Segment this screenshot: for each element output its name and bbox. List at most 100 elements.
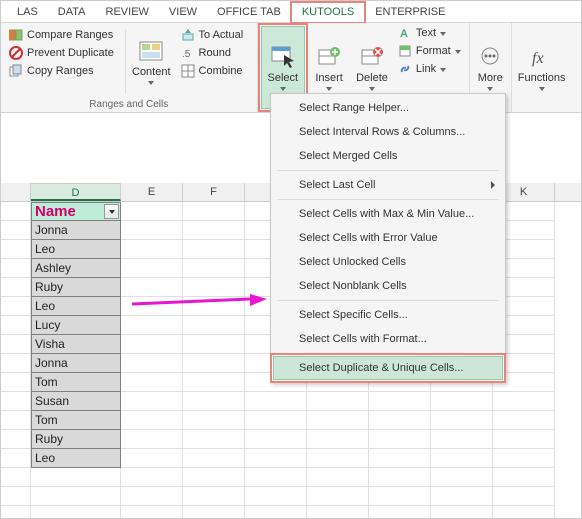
prevent-duplicate-icon bbox=[9, 46, 23, 60]
prevent-duplicate-label: Prevent Duplicate bbox=[27, 47, 114, 59]
format-button[interactable]: Format bbox=[396, 43, 463, 59]
annotation-arrow bbox=[132, 294, 267, 314]
chevron-down-icon bbox=[369, 87, 375, 91]
tab-enterprise[interactable]: ENTERPRISE bbox=[365, 3, 455, 22]
format-label: Format bbox=[416, 45, 451, 57]
menu-select-interval-rows-columns[interactable]: Select Interval Rows & Columns... bbox=[273, 120, 503, 144]
content-icon bbox=[137, 38, 165, 64]
tab-kutools[interactable]: KUTOOLS bbox=[291, 2, 365, 23]
link-button[interactable]: Link bbox=[396, 61, 463, 77]
prevent-duplicate-button[interactable]: Prevent Duplicate bbox=[7, 45, 123, 61]
insert-icon bbox=[315, 44, 343, 70]
tab-view[interactable]: VIEW bbox=[159, 3, 207, 22]
to-actual-button[interactable]: To Actual bbox=[179, 27, 251, 43]
format-icon bbox=[398, 44, 412, 58]
col-header-e[interactable]: E bbox=[121, 183, 183, 201]
content-button[interactable]: Content bbox=[126, 25, 177, 98]
table-row[interactable]: Jonna bbox=[31, 354, 121, 373]
compare-ranges-button[interactable]: Compare Ranges bbox=[7, 27, 123, 43]
table-row[interactable]: Leo bbox=[31, 240, 121, 259]
chevron-down-icon bbox=[487, 87, 493, 91]
menu-select-merged-cells[interactable]: Select Merged Cells bbox=[273, 144, 503, 168]
content-label: Content bbox=[132, 66, 171, 78]
tab-data[interactable]: DATA bbox=[48, 3, 96, 22]
group-ranges-cells: Compare Ranges Prevent Duplicate Copy Ra… bbox=[1, 23, 258, 112]
chevron-down-icon bbox=[326, 87, 332, 91]
chevron-down-icon bbox=[539, 87, 545, 91]
menu-select-range-helper[interactable]: Select Range Helper... bbox=[273, 96, 503, 120]
table-row[interactable]: Ashley bbox=[31, 259, 121, 278]
text-label: Text bbox=[416, 27, 436, 39]
row-stub bbox=[1, 202, 31, 221]
table-row[interactable]: Susan bbox=[31, 392, 121, 411]
round-icon: .5 bbox=[181, 46, 195, 60]
round-button[interactable]: .5 Round bbox=[179, 45, 251, 61]
copy-ranges-label: Copy Ranges bbox=[27, 65, 94, 77]
link-label: Link bbox=[416, 63, 436, 75]
select-icon bbox=[269, 44, 297, 70]
tab-review[interactable]: REVIEW bbox=[96, 3, 159, 22]
combine-icon bbox=[181, 64, 195, 78]
to-actual-label: To Actual bbox=[199, 29, 244, 41]
delete-icon bbox=[358, 44, 386, 70]
tab-las[interactable]: LAS bbox=[7, 3, 48, 22]
filter-button[interactable] bbox=[104, 204, 119, 219]
menu-select-error-value[interactable]: Select Cells with Error Value bbox=[273, 226, 503, 250]
table-header-name[interactable]: Name bbox=[31, 202, 121, 221]
table-row[interactable]: Ruby bbox=[31, 430, 121, 449]
table-row[interactable]: Lucy bbox=[31, 316, 121, 335]
functions-icon: fx bbox=[528, 44, 556, 70]
submenu-arrow-icon bbox=[491, 181, 495, 189]
svg-text:.5: .5 bbox=[182, 49, 191, 60]
table-row[interactable]: Leo bbox=[31, 297, 121, 316]
functions-button[interactable]: fx Functions bbox=[512, 23, 572, 112]
col-header-f[interactable]: F bbox=[183, 183, 245, 201]
more-icon bbox=[476, 44, 504, 70]
functions-label: Functions bbox=[518, 72, 566, 84]
menu-select-max-min[interactable]: Select Cells with Max & Min Value... bbox=[273, 202, 503, 226]
link-icon bbox=[398, 62, 412, 76]
select-label: Select bbox=[268, 72, 299, 84]
menu-separator bbox=[277, 199, 499, 200]
text-button[interactable]: A Text bbox=[396, 25, 463, 41]
chevron-down-icon bbox=[280, 87, 286, 91]
select-dropdown-menu: Select Range Helper... Select Interval R… bbox=[270, 93, 506, 383]
table-row[interactable]: Jonna bbox=[31, 221, 121, 240]
table-row[interactable]: Tom bbox=[31, 373, 121, 392]
copy-ranges-icon bbox=[9, 64, 23, 78]
table-row[interactable]: Visha bbox=[31, 335, 121, 354]
col-header-d[interactable]: D bbox=[31, 183, 121, 201]
menu-select-nonblank[interactable]: Select Nonblank Cells bbox=[273, 274, 503, 298]
svg-text:A: A bbox=[400, 28, 408, 40]
menu-select-specific[interactable]: Select Specific Cells... bbox=[273, 303, 503, 327]
tab-office-tab[interactable]: OFFICE TAB bbox=[207, 3, 291, 22]
group-label-ranges: Ranges and Cells bbox=[5, 98, 253, 112]
table-row[interactable]: Tom bbox=[31, 411, 121, 430]
table-row[interactable]: Leo bbox=[31, 449, 121, 468]
compare-ranges-label: Compare Ranges bbox=[27, 29, 113, 41]
combine-button[interactable]: Combine bbox=[179, 63, 251, 79]
table-row[interactable]: Ruby bbox=[31, 278, 121, 297]
svg-text:fx: fx bbox=[532, 50, 544, 67]
combine-label: Combine bbox=[199, 65, 243, 77]
chevron-down-icon bbox=[440, 68, 446, 72]
to-actual-icon bbox=[181, 28, 195, 42]
menu-select-unlocked[interactable]: Select Unlocked Cells bbox=[273, 250, 503, 274]
menu-separator bbox=[277, 353, 499, 354]
chevron-down-icon bbox=[440, 32, 446, 36]
compare-ranges-icon bbox=[9, 28, 23, 42]
menu-separator bbox=[277, 170, 499, 171]
copy-ranges-button[interactable]: Copy Ranges bbox=[7, 63, 123, 79]
insert-label: Insert bbox=[315, 72, 343, 84]
col-header-stub bbox=[1, 183, 31, 201]
menu-select-with-format[interactable]: Select Cells with Format... bbox=[273, 327, 503, 351]
chevron-down-icon bbox=[455, 50, 461, 54]
menu-separator bbox=[277, 300, 499, 301]
round-label: Round bbox=[199, 47, 231, 59]
chevron-down-icon bbox=[148, 81, 154, 85]
delete-label: Delete bbox=[356, 72, 388, 84]
more-label: More bbox=[478, 72, 503, 84]
ribbon-tabs: LAS DATA REVIEW VIEW OFFICE TAB KUTOOLS … bbox=[1, 1, 581, 23]
menu-select-last-cell[interactable]: Select Last Cell bbox=[273, 173, 503, 197]
menu-select-duplicate-unique[interactable]: Select Duplicate & Unique Cells... bbox=[273, 356, 503, 380]
